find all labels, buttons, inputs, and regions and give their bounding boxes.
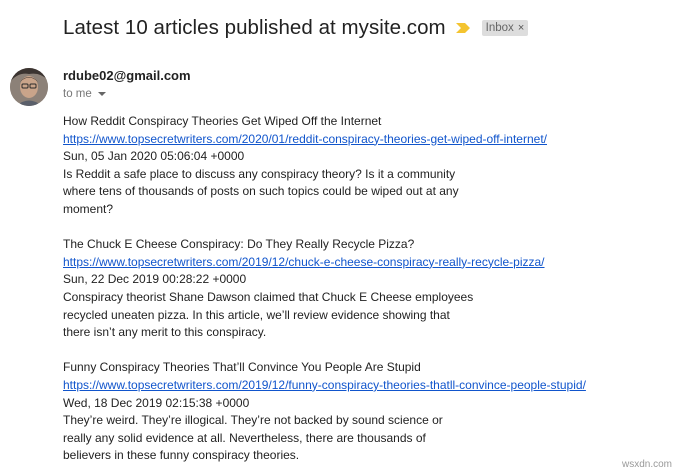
watermark: wsxdn.com [621, 459, 672, 470]
article-date: Sun, 22 Dec 2019 00:28:22 +0000 [63, 272, 247, 287]
article-summary-line: moment? [63, 201, 114, 216]
remove-label-icon[interactable]: × [518, 20, 524, 36]
article-title: How Reddit Conspiracy Theories Get Wiped… [63, 114, 382, 128]
article-entry: The Chuck E Cheese Conspiracy: Do They R… [63, 236, 663, 342]
article-summary-line: recycled uneaten pizza. In this article,… [63, 307, 450, 322]
email-subject-bar: Latest 10 articles published at mysite.c… [63, 14, 529, 42]
article-summary-line: really any solid evidence at all. Nevert… [63, 430, 426, 445]
article-summary-line: believers in these funny conspiracy theo… [63, 448, 300, 463]
article-entry: Funny Conspiracy Theories That’ll Convin… [63, 359, 663, 465]
recipient-text: to me [63, 88, 92, 100]
email-subject: Latest 10 articles published at mysite.c… [63, 16, 446, 39]
article-date: Wed, 18 Dec 2019 02:15:38 +0000 [63, 395, 250, 410]
article-summary-line: Is Reddit a safe place to discuss any co… [63, 166, 456, 181]
email-body: How Reddit Conspiracy Theories Get Wiped… [63, 113, 663, 465]
article-link[interactable]: https://www.topsecretwriters.com/2019/12… [63, 255, 545, 269]
recipient-line: to me [63, 88, 106, 100]
label-text: Inbox [485, 22, 514, 34]
inbox-label-chip[interactable]: Inbox × [481, 20, 529, 36]
article-title: Funny Conspiracy Theories That’ll Convin… [63, 360, 421, 375]
article-entry: How Reddit Conspiracy Theories Get Wiped… [63, 113, 663, 219]
sender-avatar[interactable] [10, 68, 48, 106]
article-summary-line: They’re weird. They’re illogical. They’r… [63, 413, 443, 428]
importance-marker-icon[interactable] [455, 23, 470, 33]
article-link[interactable]: https://www.topsecretwriters.com/2020/01… [63, 132, 547, 146]
sender-address: rdube02@gmail.com [63, 68, 191, 83]
article-summary-line: Conspiracy theorist Shane Dawson claimed… [63, 289, 474, 304]
article-summary-line: where tens of thousands of posts on such… [63, 184, 459, 199]
article-title: The Chuck E Cheese Conspiracy: Do They R… [63, 237, 415, 252]
article-summary-line: there isn’t any merit to this conspiracy… [63, 325, 267, 340]
chevron-down-icon[interactable] [97, 92, 106, 96]
article-date: Sun, 05 Jan 2020 05:06:04 +0000 [63, 149, 245, 164]
article-link[interactable]: https://www.topsecretwriters.com/2019/12… [63, 378, 586, 392]
